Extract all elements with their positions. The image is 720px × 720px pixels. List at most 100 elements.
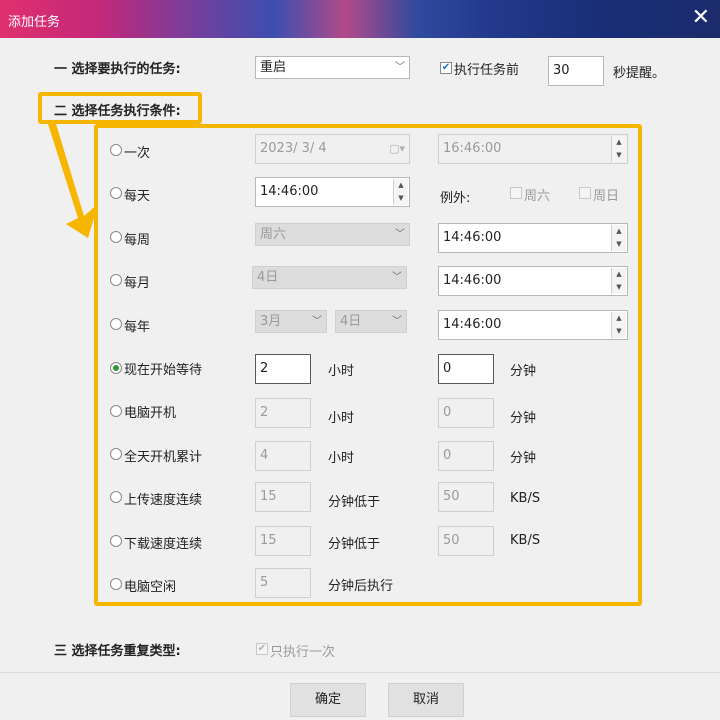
- wait-minutes-input[interactable]: 0: [438, 354, 494, 384]
- power-on-hours-unit: 小时: [328, 411, 355, 426]
- power-on-hours-input[interactable]: 2: [255, 398, 311, 428]
- before-task-label: 执行任务前: [454, 63, 520, 78]
- monthly-day-select[interactable]: 4日 ﹀: [252, 266, 407, 289]
- execute-once-checkbox[interactable]: ✔: [256, 643, 268, 655]
- chevron-down-icon: ﹀: [392, 272, 402, 283]
- upload-speed-unit: KB/S: [510, 491, 541, 506]
- weekly-day-value: 周六: [260, 227, 287, 242]
- monthly-time-spinner[interactable]: ▲ ▼: [611, 268, 626, 294]
- once-date-value: 2023/ 3/ 4: [260, 141, 327, 156]
- window-title: 添加任务: [8, 15, 61, 30]
- section1-label: 一 选择要执行的任务:: [54, 62, 181, 77]
- radio-power-on[interactable]: [110, 405, 122, 417]
- download-speed-label: 下载速度连续: [124, 537, 203, 552]
- once-time-input[interactable]: 16:46:00 ▲ ▼: [438, 134, 628, 164]
- monthly-day-value: 4日: [257, 270, 279, 285]
- once-time-spinner[interactable]: ▲ ▼: [611, 136, 626, 162]
- spin-up-icon[interactable]: ▲: [612, 136, 626, 149]
- radio-wait-from-now[interactable]: [110, 362, 122, 374]
- cumulative-minutes-input[interactable]: 0: [438, 441, 494, 471]
- spin-up-icon[interactable]: ▲: [612, 225, 626, 238]
- daily-time-input[interactable]: 14:46:00 ▲ ▼: [255, 177, 410, 207]
- upload-minutes-unit: 分钟低于: [328, 495, 381, 510]
- yearly-time-input[interactable]: 14:46:00 ▲ ▼: [438, 310, 628, 340]
- radio-download-speed[interactable]: [110, 535, 122, 547]
- radio-upload-speed[interactable]: [110, 491, 122, 503]
- footer-divider: [0, 672, 720, 673]
- task-select[interactable]: 重启 ﹀: [255, 56, 410, 79]
- cancel-button[interactable]: 取消: [388, 683, 464, 717]
- daily-time-spinner[interactable]: ▲ ▼: [393, 179, 408, 205]
- spin-up-icon[interactable]: ▲: [612, 268, 626, 281]
- yearly-day-value: 4日: [340, 314, 362, 329]
- spin-down-icon[interactable]: ▼: [612, 238, 626, 251]
- daily-label: 每天: [124, 189, 151, 204]
- daily-time-value: 14:46:00: [260, 184, 319, 199]
- upload-speed-input[interactable]: 50: [438, 482, 494, 512]
- wait-from-now-label: 现在开始等待: [124, 363, 203, 378]
- remind-suffix: 秒提醒。: [613, 66, 666, 81]
- power-on-label: 电脑开机: [124, 406, 177, 421]
- spin-down-icon[interactable]: ▼: [394, 192, 408, 205]
- monthly-label: 每月: [124, 276, 151, 291]
- idle-minutes-unit: 分钟后执行: [328, 579, 394, 594]
- upload-speed-label: 上传速度连续: [124, 493, 203, 508]
- download-minutes-input[interactable]: 15: [255, 526, 311, 556]
- once-label: 一次: [124, 146, 151, 161]
- wait-hours-input[interactable]: 2: [255, 354, 311, 384]
- cumulative-hours-unit: 小时: [328, 451, 355, 466]
- upload-minutes-input[interactable]: 15: [255, 482, 311, 512]
- chevron-down-icon: ﹀: [312, 316, 322, 327]
- radio-idle[interactable]: [110, 578, 122, 590]
- title-bar: 添加任务 ✕: [0, 0, 720, 38]
- calendar-dropdown-icon: ▢▾: [389, 142, 405, 155]
- once-date-input[interactable]: 2023/ 3/ 4 ▢▾: [255, 134, 410, 164]
- download-speed-input[interactable]: 50: [438, 526, 494, 556]
- weekly-time-spinner[interactable]: ▲ ▼: [611, 225, 626, 251]
- idle-label: 电脑空闲: [124, 580, 177, 595]
- weekly-time-input[interactable]: 14:46:00 ▲ ▼: [438, 223, 628, 253]
- close-icon[interactable]: ✕: [692, 6, 710, 30]
- ok-button[interactable]: 确定: [290, 683, 366, 717]
- yearly-time-spinner[interactable]: ▲ ▼: [611, 312, 626, 338]
- yearly-time-value: 14:46:00: [443, 317, 502, 332]
- monthly-time-input[interactable]: 14:46:00 ▲ ▼: [438, 266, 628, 296]
- except-saturday-label: 周六: [524, 189, 551, 204]
- before-task-checkbox[interactable]: ✔: [440, 62, 452, 74]
- radio-once[interactable]: [110, 144, 122, 156]
- section2-label: 二 选择任务执行条件:: [54, 104, 181, 119]
- yearly-day-select[interactable]: 4日 ﹀: [335, 310, 407, 333]
- radio-yearly[interactable]: [110, 318, 122, 330]
- section3-label: 三 选择任务重复类型:: [54, 644, 181, 659]
- power-on-minutes-unit: 分钟: [510, 411, 537, 426]
- execute-once-label: 只执行一次: [270, 645, 336, 660]
- yearly-month-value: 3月: [260, 314, 282, 329]
- spin-up-icon[interactable]: ▲: [612, 312, 626, 325]
- yearly-month-select[interactable]: 3月 ﹀: [255, 310, 327, 333]
- except-label: 例外:: [440, 191, 471, 206]
- except-saturday-checkbox[interactable]: [510, 187, 522, 199]
- remind-seconds-input[interactable]: 30: [548, 56, 604, 86]
- power-on-minutes-input[interactable]: 0: [438, 398, 494, 428]
- except-sunday-checkbox[interactable]: [579, 187, 591, 199]
- radio-weekly[interactable]: [110, 231, 122, 243]
- download-minutes-unit: 分钟低于: [328, 537, 381, 552]
- spin-down-icon[interactable]: ▼: [612, 325, 626, 338]
- idle-minutes-input[interactable]: 5: [255, 568, 311, 598]
- spin-down-icon[interactable]: ▼: [612, 149, 626, 162]
- weekly-label: 每周: [124, 233, 151, 248]
- spin-up-icon[interactable]: ▲: [394, 179, 408, 192]
- radio-daily[interactable]: [110, 187, 122, 199]
- radio-monthly[interactable]: [110, 274, 122, 286]
- monthly-time-value: 14:46:00: [443, 273, 502, 288]
- chevron-down-icon: ﹀: [395, 229, 405, 240]
- except-sunday-label: 周日: [593, 189, 620, 204]
- cumulative-hours-input[interactable]: 4: [255, 441, 311, 471]
- once-time-value: 16:46:00: [443, 141, 502, 156]
- weekly-day-select[interactable]: 周六 ﹀: [255, 223, 410, 246]
- chevron-down-icon: ﹀: [392, 316, 402, 327]
- weekly-time-value: 14:46:00: [443, 230, 502, 245]
- spin-down-icon[interactable]: ▼: [612, 281, 626, 294]
- radio-all-day-cumulative[interactable]: [110, 448, 122, 460]
- all-day-cumulative-label: 全天开机累计: [124, 450, 203, 465]
